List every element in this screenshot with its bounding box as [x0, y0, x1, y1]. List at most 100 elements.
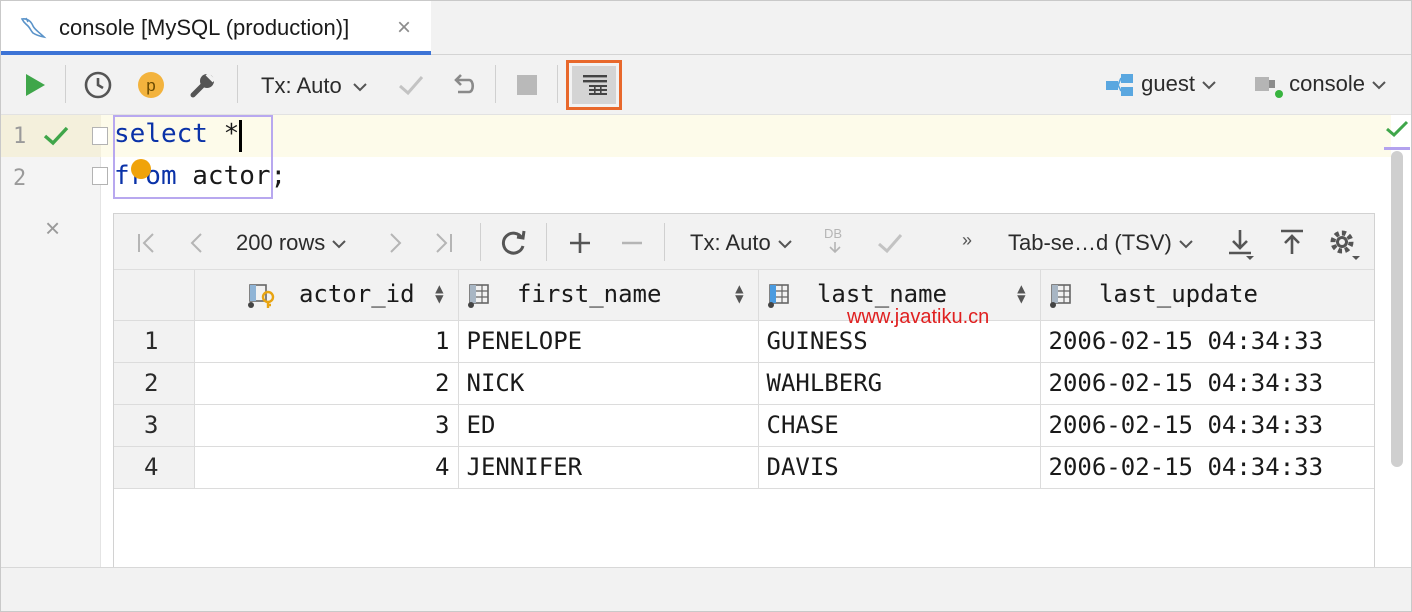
cell-last-name[interactable]: CHASE [758, 404, 1041, 447]
cell-last-update[interactable]: 2006-02-15 04:34:33 [1040, 320, 1374, 363]
tx-mode-dropdown[interactable]: Tx: Auto [261, 73, 368, 99]
chevron-down-icon [1202, 81, 1216, 90]
cell-last-update[interactable]: 2006-02-15 04:34:33 [1040, 446, 1374, 489]
fold-end-marker[interactable] [92, 167, 108, 185]
in-editor-results-panel: 200 rows Tx: Auto DB » Tab-se…d (TSV) ac… [113, 213, 1375, 591]
close-results-icon[interactable]: × [45, 213, 60, 244]
close-tab-icon[interactable]: × [397, 15, 411, 41]
cell-last-update[interactable]: 2006-02-15 04:34:33 [1040, 404, 1374, 447]
cell-last-name[interactable]: WAHLBERG [758, 362, 1041, 405]
download-icon[interactable] [1226, 228, 1256, 260]
chevron-down-icon [1179, 240, 1193, 249]
intention-bulb-icon[interactable] [131, 159, 151, 179]
toolbar-separator [65, 65, 66, 103]
row-number: 4 [114, 446, 195, 489]
submit-db-button[interactable]: DB [824, 226, 842, 253]
cell-last-name[interactable]: DAVIS [758, 446, 1041, 489]
column-title: actor_id [298, 280, 415, 309]
user-schema-icon [1106, 74, 1133, 97]
run-button[interactable] [19, 69, 51, 101]
profile-button[interactable]: p [135, 69, 167, 101]
sql-text: actor; [176, 161, 287, 191]
table-row[interactable]: 3 3 ED CHASE 2006-02-15 04:34:33 [114, 404, 1374, 447]
inspection-ok-icon [1386, 120, 1409, 138]
results-tx-dropdown[interactable]: Tx: Auto [690, 230, 793, 256]
cell-actor-id[interactable]: 1 [194, 320, 459, 363]
session-label: console [1289, 71, 1365, 96]
user-selector[interactable]: guest [1105, 71, 1217, 98]
svg-text:p: p [146, 76, 155, 95]
column-icon [1049, 284, 1071, 309]
add-row-icon[interactable] [568, 231, 592, 255]
row-number: 3 [114, 404, 195, 447]
in-editor-results-button[interactable] [566, 60, 622, 110]
toolbar-separator [495, 65, 496, 103]
rows-count-dropdown[interactable]: 200 rows [236, 230, 347, 256]
refresh-icon[interactable] [498, 228, 528, 256]
export-format-dropdown[interactable]: Tab-se…d (TSV) [1008, 230, 1194, 256]
cell-actor-id[interactable]: 2 [194, 362, 459, 405]
rollback-button[interactable] [447, 69, 479, 101]
upload-icon[interactable] [1278, 228, 1306, 256]
text-caret [239, 120, 242, 152]
grid-header-row: actor_id ▲ ▼ first_name ▲ ▼ last_name ▲ ▼ [114, 270, 1374, 321]
vertical-scrollbar[interactable] [1391, 151, 1403, 467]
row-number-header [114, 270, 195, 321]
table-row[interactable]: 2 2 NICK WAHLBERG 2006-02-15 04:34:33 [114, 362, 1374, 405]
results-toolbar: 200 rows Tx: Auto DB » Tab-se…d (TSV) [114, 214, 1374, 270]
column-header-last-update[interactable]: last_update [1040, 270, 1374, 321]
line-number: 1 [13, 124, 27, 149]
scroll-marker [1384, 147, 1410, 150]
table-row[interactable]: 1 1 PENELOPE GUINESS 2006-02-15 04:34:33 [114, 320, 1374, 363]
fold-start-marker[interactable] [92, 127, 108, 145]
sort-icon[interactable]: ▲ ▼ [435, 282, 443, 306]
sql-text: * [207, 119, 240, 149]
settings-button[interactable] [187, 69, 219, 101]
success-check-icon [43, 126, 69, 146]
previous-page-icon[interactable] [188, 232, 206, 254]
column-icon [467, 284, 489, 309]
cell-first-name[interactable]: JENNIFER [458, 446, 759, 489]
sort-icon[interactable]: ▲ ▼ [735, 282, 743, 306]
indexed-column-icon [767, 284, 789, 309]
sql-editor[interactable]: 1 2 × select * from actor; 200 rows [1, 115, 1411, 591]
sort-icon[interactable]: ▲ ▼ [1017, 282, 1025, 306]
cell-first-name[interactable]: ED [458, 404, 759, 447]
cell-actor-id[interactable]: 4 [194, 446, 459, 489]
console-toolbar: p Tx: Auto guest console [1, 55, 1411, 115]
cell-first-name[interactable]: PENELOPE [458, 320, 759, 363]
db-badge: DB [824, 226, 843, 241]
mysql-dolphin-icon [20, 17, 47, 39]
column-header-first-name[interactable]: first_name ▲ ▼ [458, 270, 759, 321]
export-format-label: Tab-se…d (TSV) [1008, 230, 1172, 255]
cell-first-name[interactable]: NICK [458, 362, 759, 405]
session-selector[interactable]: console [1251, 71, 1387, 99]
toolbar-separator [557, 65, 558, 103]
in-editor-results-icon [583, 75, 607, 95]
next-page-icon[interactable] [386, 232, 404, 254]
cell-actor-id[interactable]: 3 [194, 404, 459, 447]
first-page-icon[interactable] [136, 232, 158, 254]
rows-count-label: 200 rows [236, 230, 326, 255]
commit-icon[interactable] [876, 232, 904, 254]
toolbar-separator [664, 223, 665, 261]
column-title: first_name [516, 280, 662, 309]
console-tab[interactable]: console [MySQL (production)] × [1, 1, 431, 55]
sql-keyword: select [114, 119, 208, 149]
chevron-down-icon [778, 240, 792, 249]
console-session-icon [1255, 77, 1283, 99]
status-bar [1, 567, 1411, 611]
commit-button[interactable] [395, 69, 427, 101]
table-row[interactable]: 4 4 JENNIFER DAVIS 2006-02-15 04:34:33 [114, 446, 1374, 489]
history-button[interactable] [81, 69, 115, 101]
toolbar-separator [237, 65, 238, 103]
last-page-icon[interactable] [432, 232, 454, 254]
rollback-icon [454, 74, 475, 94]
cell-last-update[interactable]: 2006-02-15 04:34:33 [1040, 362, 1374, 405]
delete-row-icon[interactable] [620, 231, 644, 255]
stop-button[interactable] [511, 69, 543, 101]
column-header-actor-id[interactable]: actor_id ▲ ▼ [194, 270, 459, 321]
tx-mode-label: Tx: Auto [261, 73, 342, 98]
more-actions-icon[interactable]: » [962, 230, 972, 251]
gear-icon[interactable] [1328, 228, 1362, 260]
